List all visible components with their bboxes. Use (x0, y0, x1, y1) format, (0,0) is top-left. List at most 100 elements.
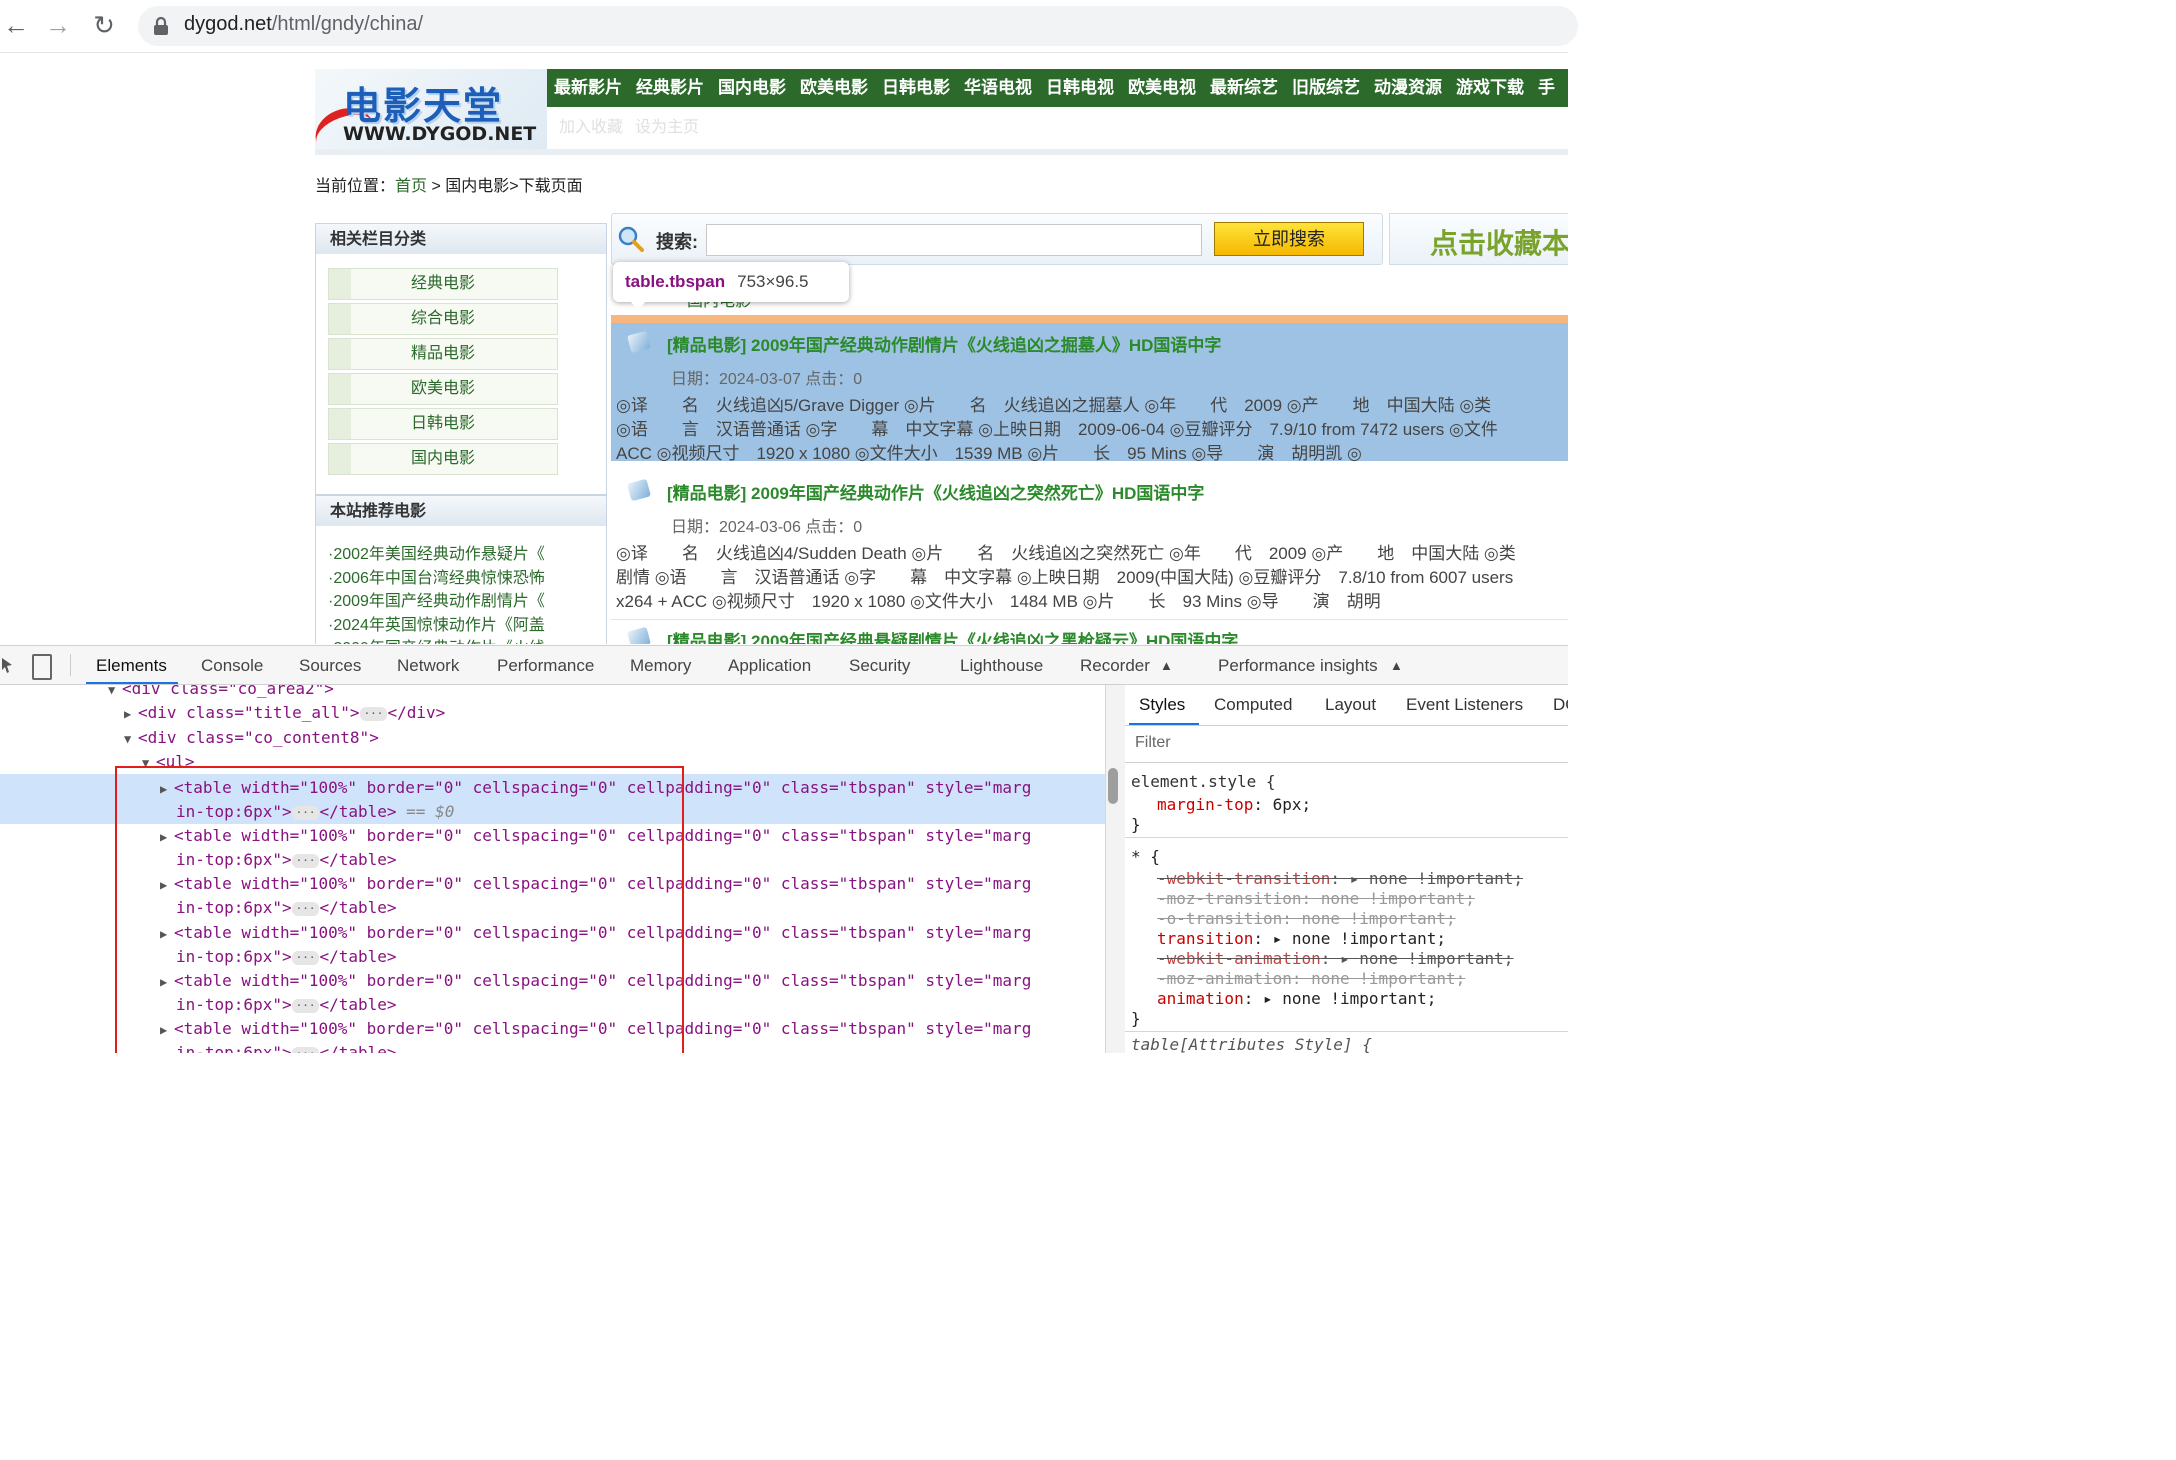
category-item-general[interactable]: 综合电影 (328, 303, 558, 335)
category-item-classic[interactable]: 经典电影 (328, 268, 558, 300)
recommend-box-title: 本站推荐电影 (316, 496, 606, 526)
nav-item-western[interactable]: 欧美电影 (793, 69, 875, 107)
dom-node[interactable]: ▶ <div class="title_all"> ··· </div> (124, 703, 445, 724)
search-input[interactable] (706, 224, 1202, 256)
rule-divider (1125, 1031, 1568, 1032)
movie-entry: [精品电影] 2009年国产经典动作片《火线追凶之突然死亡》HD国语中字 日期：… (611, 471, 1568, 620)
nav-item-old-variety[interactable]: 旧版综艺 (1285, 69, 1367, 107)
breadcrumb-current[interactable]: 国内电影>下载页面 (445, 178, 582, 195)
css-value: none !important; (1291, 929, 1446, 948)
breadcrumb-prefix: 当前位置： (315, 178, 396, 195)
search-button[interactable]: 立即搜索 (1214, 222, 1364, 256)
movie-desc-line: 剧情 ◎语 言 汉语普通话 ◎字 幕 中文字幕 ◎上映日期 2009(中国大陆)… (616, 568, 1514, 587)
breadcrumb-home-link[interactable]: 首页 (395, 178, 427, 195)
recommend-link[interactable]: ·2024年英国惊悚动作片《阿盖 (328, 611, 545, 635)
tab-layout[interactable]: Layout (1325, 685, 1376, 725)
tab-divider (70, 654, 71, 676)
site-logo[interactable]: 电影天堂 WWW.DYGOD.NET (308, 69, 547, 166)
tab-styles[interactable]: Styles (1139, 685, 1185, 725)
category-item-western[interactable]: 欧美电影 (328, 373, 558, 405)
url-path: /html/gndy/china/ (271, 13, 424, 35)
css-declaration-invalid[interactable]: -moz-transition: none !important; (1157, 889, 1475, 909)
tab-performance[interactable]: Performance (497, 646, 594, 686)
recommend-link[interactable]: ·2009年国产经典动作片《火线 (328, 634, 545, 644)
favorite-banner[interactable]: 点击收藏本 (1389, 213, 1568, 265)
url-text[interactable]: dygod.net/html/gndy/china/ (184, 13, 423, 36)
styles-filter-input[interactable]: Filter (1135, 734, 1171, 752)
movie-desc-line: ◎语 言 汉语普通话 ◎字 幕 中文字幕 ◎上映日期 2009-06-04 ◎豆… (616, 420, 1498, 439)
lock-icon (154, 16, 168, 35)
movie-desc-line: x264 + ACC ◎视频尺寸 1920 x 1080 ◎文件大小 1484 … (616, 592, 1381, 611)
elements-dom-tree: ▼ <div class="co_area2"> ▶ <div class="tit… (0, 685, 1105, 1053)
rule-selector: table[Attributes Style] { (1131, 1035, 1372, 1053)
tab-event-listeners[interactable]: Event Listeners (1406, 685, 1523, 725)
recommend-link[interactable]: ·2009年国产经典动作剧情片《 (328, 587, 545, 611)
movie-title-link[interactable]: [精品电影] 2009年国产经典悬疑剧情片《火线追凶之黑枪疑云》HD国语中字 (667, 627, 1238, 644)
category-item-domestic[interactable]: 国内电影 (328, 443, 558, 475)
tab-dom-breakpoints[interactable]: DO (1553, 685, 1568, 725)
favorite-banner-text: 点击收藏本 (1430, 228, 1568, 259)
styles-panel: Styles Computed Layout Event Listeners D… (1125, 685, 1568, 1053)
nav-item-latest[interactable]: 最新影片 (547, 69, 629, 107)
tab-network[interactable]: Network (397, 646, 459, 686)
tab-security[interactable]: Security (849, 646, 910, 686)
ellipsis-icon[interactable]: ··· (359, 706, 388, 721)
movie-title-link[interactable]: [精品电影] 2009年国产经典动作剧情片《火线追凶之掘墓人》HD国语中字 (667, 331, 1221, 356)
css-declaration-invalid[interactable]: -o-transition: none !important; (1157, 909, 1456, 929)
nav-item-variety[interactable]: 最新综艺 (1203, 69, 1285, 107)
nav-item-games[interactable]: 游戏下载 (1449, 69, 1531, 107)
dom-scrollbar-thumb[interactable] (1108, 768, 1118, 804)
tab-memory[interactable]: Memory (630, 646, 691, 686)
tab-performance-insights[interactable]: Performance insights (1218, 646, 1378, 686)
css-declaration-overridden[interactable]: -webkit-transition: ▸ none !important; (1157, 869, 1523, 889)
dom-node[interactable]: ▼ <div class="co_area2"> (108, 685, 334, 700)
css-declaration[interactable]: margin-top: 6px; (1157, 795, 1311, 815)
dom-node[interactable]: ▼ <div class="co_content8"> (124, 728, 379, 749)
css-declaration[interactable]: transition: ▸ none !important; (1157, 929, 1446, 949)
active-tab-indicator (86, 682, 178, 684)
main-nav: 最新影片 经典影片 国内电影 欧美电影 日韩电影 华语电视 日韩电视 欧美电视 最新综艺 旧版综艺… (547, 69, 1568, 107)
panel-splitter[interactable] (1105, 685, 1127, 1053)
nav-item-western-tv[interactable]: 欧美电视 (1121, 69, 1203, 107)
tab-console[interactable]: Console (201, 646, 263, 686)
nav-item-jpkr[interactable]: 日韩电影 (875, 69, 957, 107)
reload-icon[interactable]: ↻ (88, 10, 120, 42)
forward-arrow-icon[interactable]: → (42, 10, 74, 42)
movie-desc-line: ◎译 名 火线追凶5/Grave Digger ◎片 名 火线追凶之掘墓人 ◎年… (616, 396, 1492, 415)
category-item-premium[interactable]: 精品电影 (328, 338, 558, 370)
nav-item-more[interactable]: 手 (1531, 69, 1562, 107)
tab-sources[interactable]: Sources (299, 646, 361, 686)
css-declaration-invalid[interactable]: -moz-animation: none !important; (1157, 969, 1465, 989)
tab-elements[interactable]: Elements (96, 646, 167, 686)
tab-computed[interactable]: Computed (1214, 685, 1292, 725)
recommend-link[interactable]: ·2006年中国台湾经典惊悚恐怖 (328, 564, 545, 588)
tab-recorder[interactable]: Recorder (1080, 646, 1150, 686)
category-box: 相关栏目分类 经典电影 综合电影 精品电影 欧美电影 日韩电影 国内电影 (315, 223, 607, 495)
devtools-panel: Elements Console Sources Network Perform… (0, 645, 1568, 1053)
set-homepage-link[interactable]: 设为主页 (635, 107, 699, 149)
nav-item-domestic[interactable]: 国内电影 (711, 69, 793, 107)
inspect-element-icon[interactable] (0, 656, 16, 674)
css-declaration-overridden[interactable]: -webkit-animation: ▸ none !important; (1157, 949, 1513, 969)
nav-item-chinese-tv[interactable]: 华语电视 (957, 69, 1039, 107)
tooltip-arrow (630, 301, 646, 310)
css-declaration[interactable]: animation: ▸ none !important; (1157, 989, 1436, 1009)
back-arrow-icon[interactable]: ← (0, 10, 32, 42)
device-toolbar-icon[interactable] (32, 654, 52, 680)
nav-item-classic[interactable]: 经典影片 (629, 69, 711, 107)
nav-item-jpkr-tv[interactable]: 日韩电视 (1039, 69, 1121, 107)
recommend-link[interactable]: ·2002年美国经典动作悬疑片《 (328, 540, 545, 564)
inspector-tooltip: table.tbspan 753×96.5 (613, 262, 849, 302)
search-label: 搜索: (656, 232, 698, 252)
dom-tag: <div class="title_all"> (138, 703, 360, 722)
tab-application[interactable]: Application (728, 646, 811, 686)
browser-toolbar: ← → ↻ dygod.net/html/gndy/china/ (0, 0, 1578, 53)
css-value: 6px; (1272, 795, 1312, 814)
rule-selector: * { (1131, 847, 1160, 866)
category-item-jpkr[interactable]: 日韩电影 (328, 408, 558, 440)
css-property: -webkit-animation (1157, 949, 1321, 968)
nav-item-anime[interactable]: 动漫资源 (1367, 69, 1449, 107)
movie-title-link[interactable]: [精品电影] 2009年国产经典动作片《火线追凶之突然死亡》HD国语中字 (667, 479, 1204, 504)
tab-lighthouse[interactable]: Lighthouse (960, 646, 1043, 686)
add-favorite-link[interactable]: 加入收藏 (559, 107, 623, 149)
